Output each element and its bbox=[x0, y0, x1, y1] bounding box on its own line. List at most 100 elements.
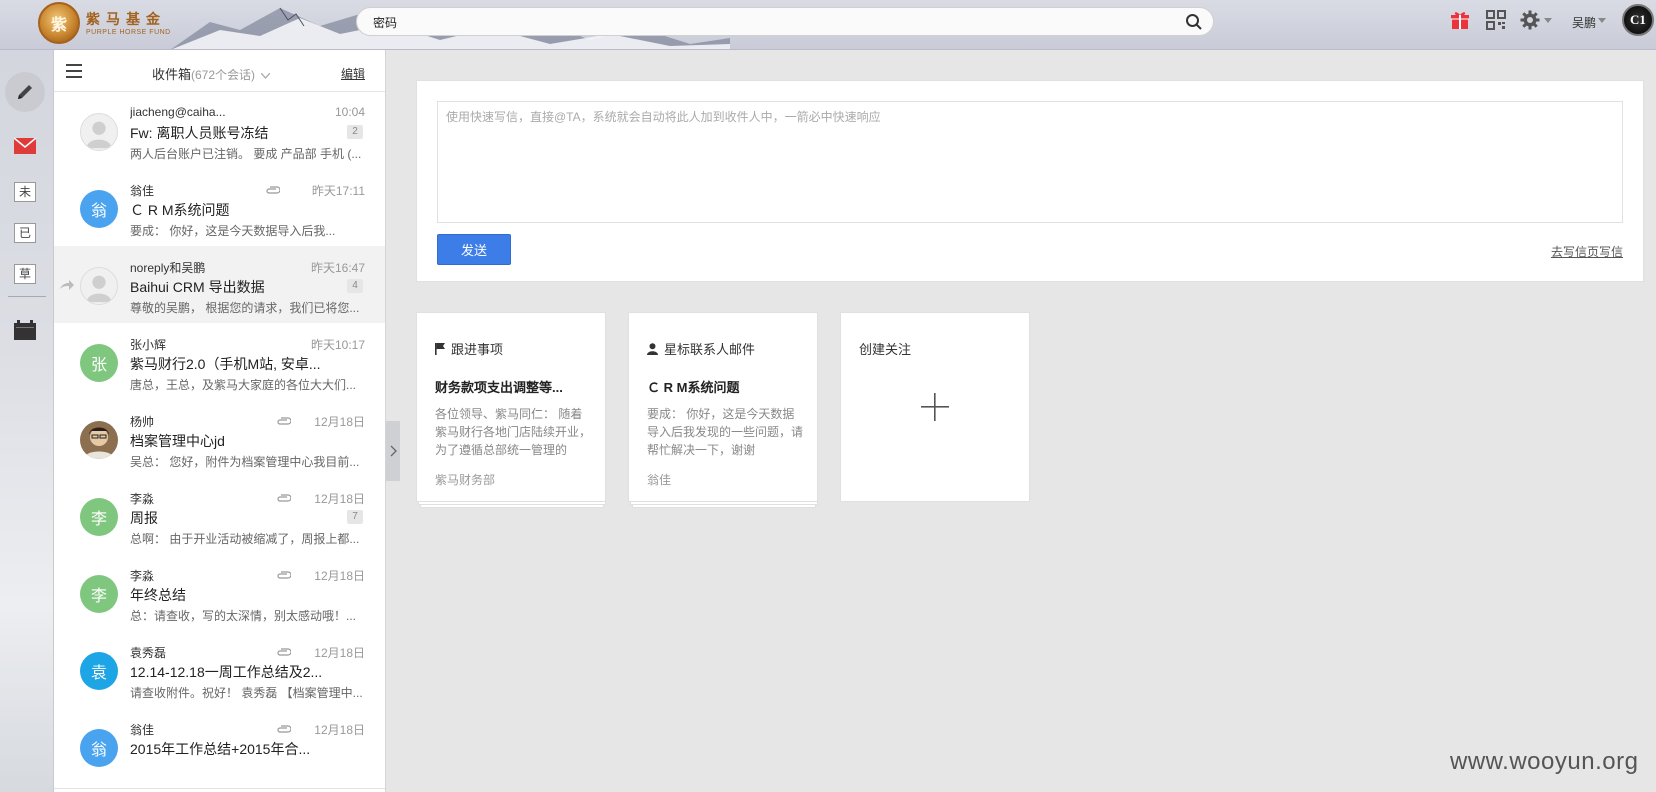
tile-title: Ｃ R M系统问题 bbox=[647, 380, 740, 395]
quick-write-textarea[interactable] bbox=[437, 101, 1623, 223]
mail-subject: 紫马财行2.0（手机M站, 安卓... bbox=[130, 356, 321, 372]
chevron-down-icon[interactable] bbox=[1544, 18, 1552, 24]
mail-sender: 张小辉 bbox=[130, 338, 167, 352]
avatar: 李 bbox=[80, 498, 118, 536]
gear-icon[interactable] bbox=[1520, 10, 1540, 30]
avatar: 张 bbox=[80, 344, 118, 382]
mail-preview: 尊敬的吴鹏， 根据您的请求，我们已将您... bbox=[130, 301, 360, 315]
avatar: 李 bbox=[80, 575, 118, 613]
tile-sender: 紫马财务部 bbox=[435, 473, 496, 487]
mail-sender: 袁秀磊 bbox=[130, 646, 167, 660]
thread-count-badge: 7 bbox=[347, 510, 363, 524]
search-box bbox=[356, 7, 1214, 36]
mail-time: 12月18日 bbox=[314, 569, 365, 583]
mail-time: 12月18日 bbox=[314, 646, 365, 660]
collapse-list-button[interactable] bbox=[386, 421, 400, 481]
tile-sender: 翁佳 bbox=[647, 473, 672, 487]
user-menu-chevron-icon[interactable] bbox=[1598, 18, 1606, 24]
mail-time: 12月18日 bbox=[314, 723, 365, 737]
mail-preview: 请查收附件。祝好！ 袁秀磊 【档案管理中... bbox=[130, 686, 363, 700]
inbox-title: 收件箱 bbox=[152, 67, 192, 82]
mail-time: 10:04 bbox=[334, 105, 365, 119]
tile-heading: 星标联系人邮件 bbox=[664, 342, 756, 357]
menu-icon[interactable] bbox=[66, 64, 82, 78]
tile-stack-shadow bbox=[630, 502, 818, 505]
thread-count-badge: 4 bbox=[347, 279, 363, 293]
mail-sender: noreply和吴鹏 bbox=[130, 261, 206, 275]
mail-list-item[interactable]: 翁翁佳 12月18日 2015年工作总结+2015年合... bbox=[54, 708, 385, 789]
company-logo[interactable]: 紫 紫马基金 PURPLE HORSE FUND bbox=[38, 2, 171, 44]
mail-time: 12月18日 bbox=[314, 415, 365, 429]
mail-time: 12月18日 bbox=[314, 492, 365, 506]
starred-contacts-tile[interactable]: 星标联系人邮件 Ｃ R M系统问题 要成： 你好，这是今天数据导入后我发现的一些… bbox=[628, 312, 818, 502]
mail-subject: Fw: 离职人员账号冻结 bbox=[130, 125, 269, 141]
edit-link[interactable]: 编辑 bbox=[341, 65, 365, 82]
mail-sender: 李淼 bbox=[130, 569, 155, 583]
person-icon bbox=[647, 342, 658, 355]
compose-button[interactable] bbox=[5, 72, 45, 112]
attachment-icon bbox=[277, 722, 292, 736]
attachment-icon bbox=[277, 491, 292, 505]
rail-divider bbox=[8, 296, 46, 297]
mail-preview: 吴总： 您好，附件为档案管理中心我目前... bbox=[130, 455, 360, 469]
search-icon[interactable] bbox=[1185, 13, 1203, 31]
mail-preview: 唐总，王总，及紫马大家庭的各位大大们... bbox=[130, 378, 357, 392]
mail-list-item[interactable]: noreply和吴鹏 昨天16:47 Baihui CRM 导出数据 尊敬的吴鹏， 根… bbox=[54, 246, 385, 327]
tile-stack-shadow bbox=[418, 502, 606, 505]
user-name[interactable]: 吴鹏 bbox=[1572, 14, 1596, 31]
mail-time: 昨天16:47 bbox=[310, 261, 365, 275]
logo-english-name: PURPLE HORSE FUND bbox=[86, 28, 171, 36]
tile-stack-shadow bbox=[632, 505, 816, 508]
attachment-icon bbox=[277, 645, 292, 659]
send-button[interactable]: 发送 bbox=[437, 234, 511, 265]
mail-subject: 档案管理中心jd bbox=[130, 433, 225, 449]
mail-sender: 李淼 bbox=[130, 492, 155, 506]
tile-stack-shadow bbox=[420, 505, 604, 508]
unread-filter-button[interactable]: 未 bbox=[14, 182, 36, 202]
mail-list-item[interactable]: jiacheng@caiha... 10:04 Fw: 离职人员账号冻结 两人后台账户… bbox=[54, 92, 385, 173]
pencil-icon bbox=[18, 85, 32, 99]
qr-code-icon[interactable] bbox=[1486, 10, 1506, 30]
mail-preview: 总啊： 由于开业活动被缩减了，周报上都... bbox=[130, 532, 360, 546]
inbox-folder-selector[interactable]: 收件箱(672个会话) bbox=[152, 64, 271, 83]
avatar-photo bbox=[80, 421, 118, 459]
gift-icon[interactable] bbox=[1450, 10, 1470, 30]
quick-write-card: 发送 去写信页写信 bbox=[416, 80, 1644, 282]
tile-heading: 创建关注 bbox=[859, 342, 912, 357]
mail-list-item[interactable]: 李李淼 12月18日 年终总结 总：请查收，写的太深情，别太感动哦！... bbox=[54, 554, 385, 635]
plus-icon[interactable] bbox=[921, 393, 949, 421]
mail-subject: 年终总结 bbox=[130, 587, 186, 603]
attachment-icon bbox=[277, 414, 292, 428]
drafts-button[interactable]: 草 bbox=[14, 264, 36, 284]
follow-up-tile[interactable]: 跟进事项 财务款项支出调整等... 各位领导、紫马同仁： 随着紫马财行各地门店陆… bbox=[416, 312, 606, 502]
mail-time: 昨天17:11 bbox=[311, 184, 365, 198]
chevron-down-icon bbox=[260, 72, 271, 79]
chevron-right-icon bbox=[390, 445, 397, 457]
inbox-count: (672个会话) bbox=[191, 68, 256, 82]
avatar: 袁 bbox=[80, 652, 118, 690]
mail-preview: 要成： 你好，这是今天数据导入后我... bbox=[130, 224, 336, 238]
mail-list-item[interactable]: 李李淼 12月18日 周报 总啊： 由于开业活动被缩减了，周报上都... 7 bbox=[54, 477, 385, 558]
full-write-link[interactable]: 去写信页写信 bbox=[1551, 243, 1623, 260]
avatar: 翁 bbox=[80, 729, 118, 767]
attachment-icon bbox=[277, 568, 292, 582]
default-avatar-icon bbox=[80, 113, 118, 151]
flag-icon bbox=[435, 342, 445, 355]
user-avatar[interactable]: C1 bbox=[1622, 4, 1654, 36]
mail-icon[interactable] bbox=[14, 138, 36, 154]
read-filter-button[interactable]: 已 bbox=[14, 223, 36, 243]
mail-sender: 杨帅 bbox=[130, 415, 155, 429]
mail-list-item[interactable]: 杨帅 12月18日档案管理中心jd 吴总： 您好，附件为档案管理中心我目前... bbox=[54, 400, 385, 481]
mail-list-item[interactable]: 翁翁佳 昨天17:11 Ｃ R M系统问题 要成： 你好，这是今天数据导入后我... bbox=[54, 169, 385, 250]
logo-chinese-name: 紫马基金 bbox=[86, 10, 166, 27]
avatar: 翁 bbox=[80, 190, 118, 228]
mail-sender: 翁佳 bbox=[130, 723, 155, 737]
mail-list-item[interactable]: 张张小辉 昨天10:17 紫马财行2.0（手机M站, 安卓... 唐总，王总，及紫马大… bbox=[54, 323, 385, 404]
mail-list-item[interactable]: 袁袁秀磊 12月18日 12.14-12.18一周工作总结及2... 请查收附件。祝好… bbox=[54, 631, 385, 712]
thread-count-badge: 2 bbox=[347, 125, 363, 139]
top-bar: 紫 紫马基金 PURPLE HORSE FUND 密码 吴鹏 C1 bbox=[0, 0, 1656, 50]
calendar-icon[interactable] bbox=[14, 320, 36, 340]
search-input[interactable] bbox=[373, 13, 1153, 31]
create-follow-tile[interactable]: 创建关注 bbox=[840, 312, 1030, 502]
horse-logo-icon: 紫 bbox=[38, 2, 80, 44]
